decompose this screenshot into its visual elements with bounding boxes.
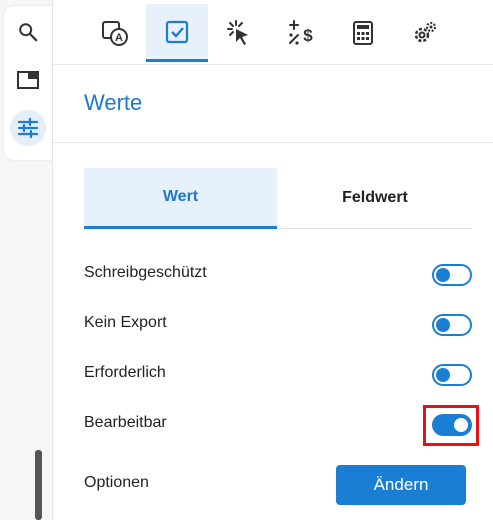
- text-field-tab[interactable]: A: [84, 4, 146, 62]
- panel-button[interactable]: [10, 62, 46, 98]
- divider: [53, 142, 493, 143]
- action-tab[interactable]: [208, 4, 270, 62]
- checkbox-tab[interactable]: [146, 4, 208, 62]
- rail-card: [4, 6, 52, 160]
- svg-text:$: $: [303, 26, 313, 45]
- calculation-tab[interactable]: $: [270, 4, 332, 62]
- readonly-toggle[interactable]: [432, 264, 472, 286]
- required-label: Erforderlich: [84, 364, 166, 381]
- settings-tab[interactable]: [394, 4, 456, 62]
- options-label: Optionen: [84, 474, 149, 491]
- sliders-icon: [17, 117, 39, 139]
- calculator-tab[interactable]: [332, 4, 394, 62]
- calculator-icon: [353, 21, 373, 45]
- search-button[interactable]: [10, 14, 46, 50]
- cursor-click-icon: [227, 20, 248, 45]
- value-tabs: Wert Feldwert: [84, 168, 472, 229]
- toolbar: A $: [53, 0, 493, 65]
- scrollbar-thumb[interactable]: [35, 450, 42, 520]
- properties-panel: A $ Werte Wert Feldwert Schreibgeschützt…: [52, 0, 493, 520]
- no-export-toggle[interactable]: [432, 314, 472, 336]
- editable-label: Bearbeitbar: [84, 414, 167, 431]
- tab-wert[interactable]: Wert: [84, 168, 277, 229]
- change-button[interactable]: Ändern: [336, 465, 466, 505]
- svg-text:A: A: [115, 32, 123, 44]
- required-toggle[interactable]: [432, 364, 472, 386]
- panel-icon: [17, 71, 39, 89]
- left-rail: [0, 0, 52, 520]
- calculation-icon: $: [289, 20, 313, 45]
- highlight-box: [423, 405, 479, 446]
- tab-feldwert[interactable]: Feldwert: [278, 168, 472, 228]
- no-export-label: Kein Export: [84, 314, 167, 331]
- readonly-label: Schreibgeschützt: [84, 264, 207, 281]
- properties-button[interactable]: [10, 110, 46, 146]
- search-icon: [19, 23, 38, 42]
- text-field-icon: A: [102, 21, 128, 46]
- gears-icon: [414, 21, 437, 43]
- section-title: Werte: [84, 90, 143, 115]
- checkbox-icon: [165, 20, 189, 43]
